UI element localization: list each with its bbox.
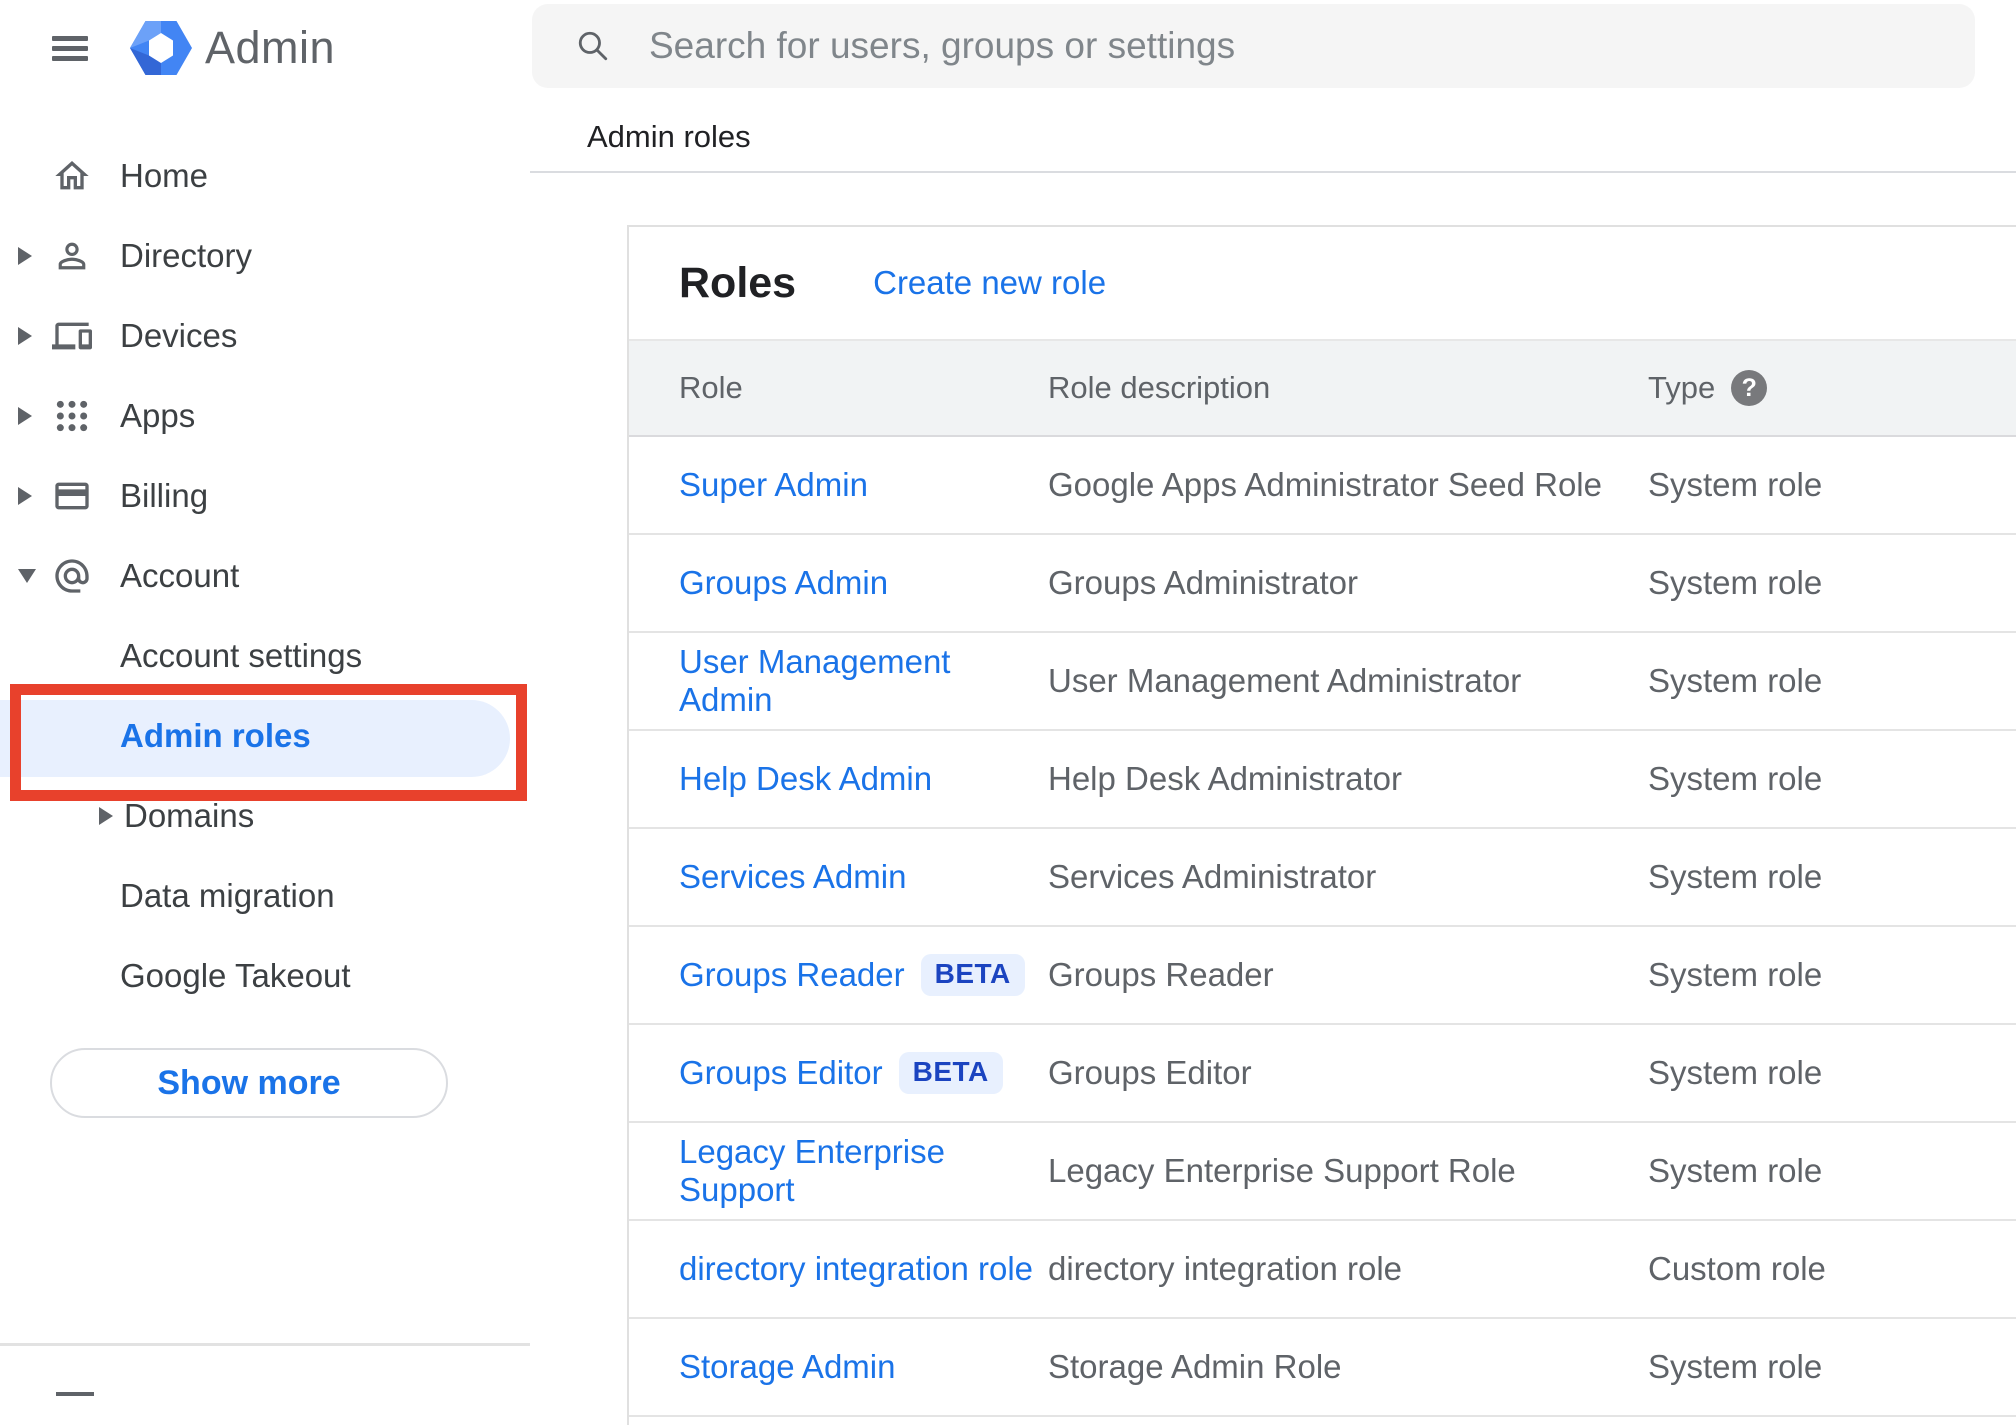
role-description: Help Desk Administrator [1048,760,1402,797]
role-description: Legacy Enterprise Support Role [1048,1152,1516,1189]
role-link[interactable]: Super Admin [679,466,868,504]
role-type: System role [1648,1152,1823,1189]
admin-hexagon-logo-icon[interactable] [130,16,192,80]
table-row: Groups Reader BETA Groups Reader System … [629,927,2016,1025]
main-content: Admin roles Roles Create new role Role R… [530,0,2016,1425]
create-new-role-link[interactable]: Create new role [873,264,1106,302]
table-row: Groups Editor BETA Groups Editor System … [629,1025,2016,1123]
role-type: System role [1648,760,1823,797]
expand-arrow-icon[interactable] [18,327,32,345]
role-type: Custom role [1648,1250,1826,1287]
role-type: System role [1648,564,1823,601]
role-link[interactable]: Storage Admin [679,1348,895,1386]
partially-visible-icon [56,1392,94,1396]
expand-arrow-icon[interactable] [18,487,32,505]
sidebar-item-apps[interactable]: Apps [0,376,530,456]
column-header-description: Role description [1048,370,1271,405]
role-link[interactable]: directory integration role [679,1250,1033,1288]
sidebar-bottom-divider [0,1343,530,1346]
sidebar-item-google-takeout[interactable]: Google Takeout [0,936,530,1016]
role-link[interactable]: Services Admin [679,858,906,896]
sidebar-item-account[interactable]: Account [0,536,530,616]
table-row: Help Desk Admin Help Desk Administrator … [629,731,2016,829]
table-row: User Management Admin User Management Ad… [629,633,2016,731]
sidebar-item-admin-roles[interactable]: Admin roles [0,696,530,777]
search-input[interactable] [647,24,1975,68]
app-bar: Admin [0,0,530,96]
table-row: Storage Admin Storage Admin Role System … [629,1319,2016,1417]
role-type: System role [1648,1348,1823,1385]
column-header-type: Type ? [1648,370,2016,406]
table-row: Groups Admin Groups Administrator System… [629,535,2016,633]
role-description: directory integration role [1048,1250,1403,1287]
search-icon [578,31,608,61]
sidebar-nav: Home Directory Devices Apps Billing Acco… [0,136,530,1016]
role-link[interactable]: Groups Admin [679,564,888,602]
sidebar-item-domains[interactable]: Domains [0,776,530,856]
role-description: Groups Editor [1048,1054,1252,1091]
column-header-role: Role [679,370,743,405]
roles-card-header: Roles Create new role [629,227,2016,339]
roles-table-body: Super Admin Google Apps Administrator Se… [629,437,2016,1417]
role-type: System role [1648,956,1823,993]
role-description: Groups Reader [1048,956,1274,993]
table-row: Legacy Enterprise Support Legacy Enterpr… [629,1123,2016,1221]
page-titlebar: Admin roles [530,88,2016,173]
credit-card-icon [52,476,120,516]
role-description: Storage Admin Role [1048,1348,1342,1385]
roles-card: Roles Create new role Role Role descript… [627,225,2016,1425]
role-type: System role [1648,662,1823,699]
beta-badge: BETA [920,954,1025,996]
expand-arrow-icon[interactable] [99,807,113,825]
app-title: Admin [205,22,336,73]
apps-grid-icon [52,396,120,436]
table-row: Super Admin Google Apps Administrator Se… [629,437,2016,535]
expand-arrow-icon[interactable] [18,407,32,425]
expand-arrow-icon[interactable] [18,247,32,265]
roles-card-title: Roles [679,258,797,307]
sidebar-item-billing[interactable]: Billing [0,456,530,536]
table-header-row: Role Role description Type ? [629,339,2016,437]
sidebar-item-devices[interactable]: Devices [0,296,530,376]
role-type: System role [1648,466,1823,503]
role-link[interactable]: Help Desk Admin [679,760,932,798]
role-link[interactable]: Groups Reader [679,956,905,994]
sidebar-item-account-settings[interactable]: Account settings [0,616,530,696]
at-sign-icon [52,556,120,596]
role-description: User Management Administrator [1048,662,1522,699]
help-icon[interactable]: ? [1731,370,1768,406]
hamburger-menu-icon[interactable] [52,35,88,61]
sidebar-item-data-migration[interactable]: Data migration [0,856,530,936]
role-link[interactable]: Legacy Enterprise Support [679,1133,1048,1209]
sidebar-item-directory[interactable]: Directory [0,216,530,296]
page-title: Admin roles [587,118,751,154]
home-icon [52,156,120,196]
show-more-button[interactable]: Show more [50,1048,448,1118]
table-row: Services Admin Services Administrator Sy… [629,829,2016,927]
table-row: directory integration role directory int… [629,1221,2016,1319]
beta-badge: BETA [898,1052,1003,1094]
role-description: Services Administrator [1048,858,1377,895]
person-icon [52,236,120,276]
sidebar: Admin Home Directory Devices Apps Billin… [0,0,530,1396]
sidebar-item-home[interactable]: Home [0,136,530,216]
role-link[interactable]: Groups Editor [679,1054,883,1092]
search-bar[interactable] [532,4,1975,88]
collapse-arrow-icon[interactable] [18,569,36,583]
role-type: System role [1648,1054,1823,1091]
role-description: Google Apps Administrator Seed Role [1048,466,1602,503]
role-link[interactable]: User Management Admin [679,643,1048,719]
role-type: System role [1648,858,1823,895]
role-description: Groups Administrator [1048,564,1358,601]
devices-icon [52,316,120,356]
